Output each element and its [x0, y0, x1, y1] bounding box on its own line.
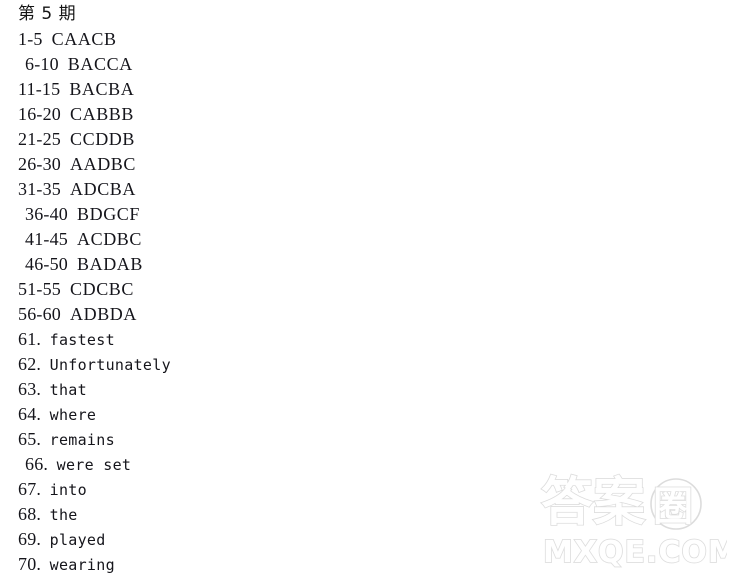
answer-row-69: 69. played	[18, 527, 106, 552]
range-letters-separator	[61, 304, 70, 324]
question-number: 64.	[18, 404, 42, 424]
answer-row-56-60: 56-60 ADBDA	[18, 302, 137, 327]
question-range: 31-35	[18, 179, 61, 199]
answer-row-61: 61. fastest	[18, 327, 115, 352]
question-range: 51-55	[18, 279, 61, 299]
question-range: 56-60	[18, 304, 61, 324]
range-letters-separator	[61, 179, 70, 199]
number-word-separator	[41, 355, 50, 374]
answer-key-page: 第 5 期 1-5 CAACB 6-10 BACCA 11-15 BACBA 16-2…	[0, 0, 735, 576]
question-number: 67.	[18, 479, 42, 499]
question-range: 41-45	[25, 229, 68, 249]
answer-row-41-45: 41-45 ACDBC	[25, 227, 142, 252]
answer-letters: ADCBA	[70, 179, 137, 199]
question-range: 16-20	[18, 104, 61, 124]
question-number: 66.	[25, 454, 49, 474]
answer-letters: BADAB	[77, 254, 144, 274]
range-letters-separator	[59, 54, 68, 74]
answer-row-26-30: 26-30 AADBC	[18, 152, 136, 177]
watermark-circled-char: 圈	[653, 484, 693, 530]
answer-word: that	[49, 381, 87, 399]
range-letters-separator	[68, 204, 77, 224]
question-number: 70.	[18, 554, 42, 574]
number-word-separator	[41, 555, 50, 574]
answer-row-63: 63. that	[18, 377, 87, 402]
question-number: 63.	[18, 379, 42, 399]
answer-letters: CAACB	[51, 29, 117, 49]
answer-letters: AADBC	[70, 154, 137, 174]
answer-row-65: 65. remains	[18, 427, 115, 452]
question-number: 69.	[18, 529, 42, 549]
answer-word: where	[49, 406, 97, 424]
range-letters-separator	[68, 229, 77, 249]
range-letters-separator	[43, 29, 52, 49]
answer-row-70: 70. wearing	[18, 552, 115, 577]
answer-row-11-15: 11-15 BACBA	[18, 77, 134, 102]
number-word-separator	[41, 530, 50, 549]
number-word-separator	[48, 455, 57, 474]
answer-row-64: 64. where	[18, 402, 96, 427]
answer-row-68: 68. the	[18, 502, 78, 527]
answer-letters: CDCBC	[70, 279, 135, 299]
question-range: 26-30	[18, 154, 61, 174]
question-range: 36-40	[25, 204, 68, 224]
answer-word: wearing	[49, 556, 115, 574]
answer-row-6-10: 6-10 BACCA	[25, 52, 133, 77]
answer-row-36-40: 36-40 BDGCF	[25, 202, 140, 227]
question-number: 62.	[18, 354, 42, 374]
question-range: 11-15	[18, 79, 61, 99]
answer-row-62: 62. Unfortunately	[18, 352, 171, 377]
number-word-separator	[41, 430, 50, 449]
question-number: 61.	[18, 329, 42, 349]
answer-word: remains	[49, 431, 115, 449]
question-range: 6-10	[25, 54, 59, 74]
answer-word: were set	[56, 456, 132, 474]
answer-row-51-55: 51-55 CDCBC	[18, 277, 134, 302]
answer-letters: CCDDB	[70, 129, 136, 149]
answer-letters: CABBB	[70, 104, 135, 124]
number-word-separator	[41, 505, 50, 524]
site-watermark: 答案 圈 MXQE.COM	[537, 472, 727, 572]
answer-word: into	[49, 481, 87, 499]
question-range: 46-50	[25, 254, 68, 274]
answer-letters: BACCA	[67, 54, 133, 74]
answer-letters: BDGCF	[77, 204, 141, 224]
answer-row-16-20: 16-20 CABBB	[18, 102, 134, 127]
answer-word: fastest	[49, 331, 115, 349]
question-range: 21-25	[18, 129, 61, 149]
number-word-separator	[41, 380, 50, 399]
range-letters-separator	[61, 279, 70, 299]
number-word-separator	[41, 405, 50, 424]
range-letters-separator	[61, 154, 70, 174]
watermark-domain-text: MXQE.COM	[543, 535, 727, 570]
number-word-separator	[41, 480, 50, 499]
range-letters-separator	[61, 104, 70, 124]
answer-row-21-25: 21-25 CCDDB	[18, 127, 135, 152]
question-range: 1-5	[18, 29, 43, 49]
answer-letters: BACBA	[69, 79, 135, 99]
range-letters-separator	[61, 129, 70, 149]
range-letters-separator	[68, 254, 77, 274]
answer-letters: ACDBC	[77, 229, 143, 249]
page-title: 第 5 期	[18, 4, 77, 24]
question-number: 68.	[18, 504, 42, 524]
watermark-logo-text: 答案	[541, 473, 646, 533]
answer-row-67: 67. into	[18, 477, 87, 502]
answer-letters: ADBDA	[70, 304, 138, 324]
number-word-separator	[41, 330, 50, 349]
range-letters-separator	[60, 79, 69, 99]
answer-row-31-35: 31-35 ADCBA	[18, 177, 136, 202]
answer-row-1-5: 1-5 CAACB	[18, 27, 117, 52]
answer-word: Unfortunately	[49, 356, 171, 374]
answer-row-46-50: 46-50 BADAB	[25, 252, 143, 277]
answer-word: the	[49, 506, 78, 524]
answer-row-66: 66. were set	[25, 452, 131, 477]
answer-word: played	[49, 531, 106, 549]
question-number: 65.	[18, 429, 42, 449]
